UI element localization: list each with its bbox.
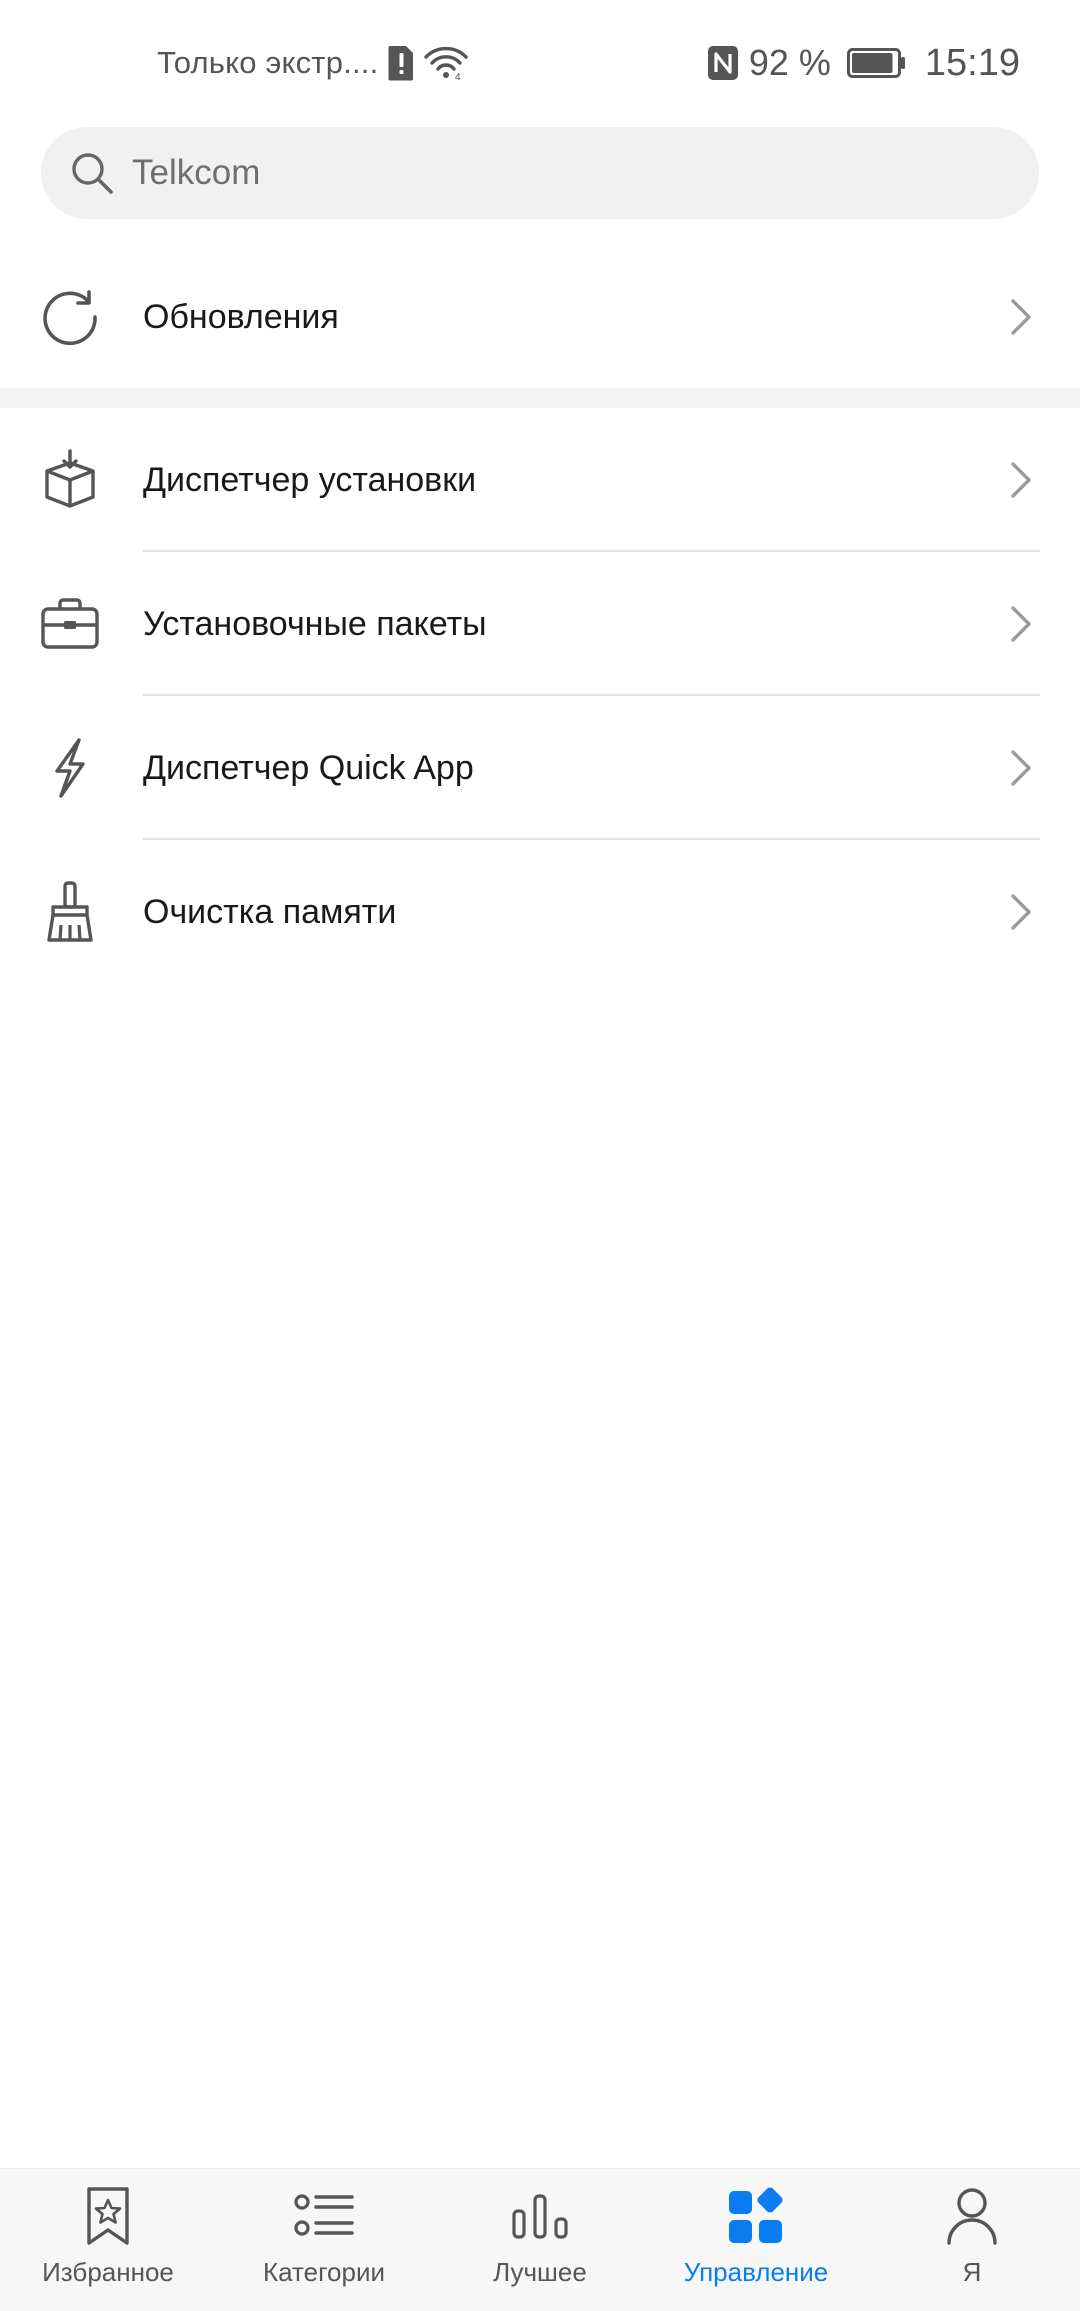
briefcase-icon	[38, 592, 102, 656]
chevron-right-icon	[1006, 460, 1036, 500]
apps-grid-icon	[725, 2185, 787, 2247]
nfc-icon	[707, 45, 739, 81]
menu-item-label: Очистка памяти	[143, 892, 397, 931]
chevron-right-icon	[1006, 748, 1036, 788]
carrier-text: Только экстр....	[157, 45, 379, 80]
nav-item-manage[interactable]: Управление	[648, 2169, 864, 2311]
status-left: Только экстр.... 4	[157, 38, 469, 88]
status-right: 92 % 15:19	[707, 36, 1020, 90]
nav-label: Управление	[683, 2257, 829, 2287]
battery-icon	[846, 48, 907, 78]
bookmark-star-icon	[77, 2185, 139, 2247]
nav-item-favorites[interactable]: Избранное	[0, 2169, 216, 2311]
person-icon	[941, 2185, 1003, 2247]
bottom-nav: Избранное Категории Лучшее Управление Я	[0, 2168, 1080, 2311]
list-icon	[293, 2185, 355, 2247]
svg-text:4: 4	[455, 72, 461, 81]
refresh-icon	[38, 285, 102, 349]
nav-item-categories[interactable]: Категории	[216, 2169, 432, 2311]
chevron-right-icon	[1006, 892, 1036, 932]
menu-item-memory-cleanup[interactable]: Очистка памяти	[0, 840, 1080, 984]
install-box-icon	[38, 448, 102, 512]
nav-label: Избранное	[42, 2257, 174, 2287]
nav-label: Я	[962, 2257, 982, 2287]
menu-item-install-manager[interactable]: Диспетчер установки	[0, 408, 1080, 552]
battery-percent: 92 %	[748, 42, 831, 83]
search-icon	[69, 150, 115, 196]
chevron-right-icon	[1006, 604, 1036, 644]
section-divider	[0, 388, 1080, 408]
menu-item-install-packages[interactable]: Установочные пакеты	[0, 552, 1080, 696]
chevron-right-icon	[1006, 297, 1036, 337]
wifi-icon: 4	[424, 45, 469, 81]
status-bar: Только экстр.... 4 92 % 15:19	[0, 0, 1080, 125]
nav-item-top[interactable]: Лучшее	[432, 2169, 648, 2311]
menu-item-label: Установочные пакеты	[143, 604, 487, 643]
menu-item-updates[interactable]: Обновления	[0, 245, 1080, 389]
clock: 15:19	[924, 41, 1020, 84]
search-placeholder: Telkcom	[132, 153, 261, 192]
menu-item-quick-app[interactable]: Диспетчер Quick App	[0, 696, 1080, 840]
broom-icon	[38, 880, 102, 944]
lightning-icon	[38, 736, 102, 800]
nav-item-me[interactable]: Я	[864, 2169, 1080, 2311]
nav-label: Лучшее	[493, 2257, 587, 2287]
menu-item-label: Диспетчер установки	[143, 460, 477, 499]
menu-item-label: Обновления	[143, 297, 339, 336]
nav-label: Категории	[263, 2257, 385, 2287]
search-bar[interactable]: Telkcom	[41, 127, 1039, 219]
sim-alert-icon	[386, 44, 416, 82]
menu-item-label: Диспетчер Quick App	[143, 748, 474, 787]
bars-chart-icon	[509, 2185, 571, 2247]
